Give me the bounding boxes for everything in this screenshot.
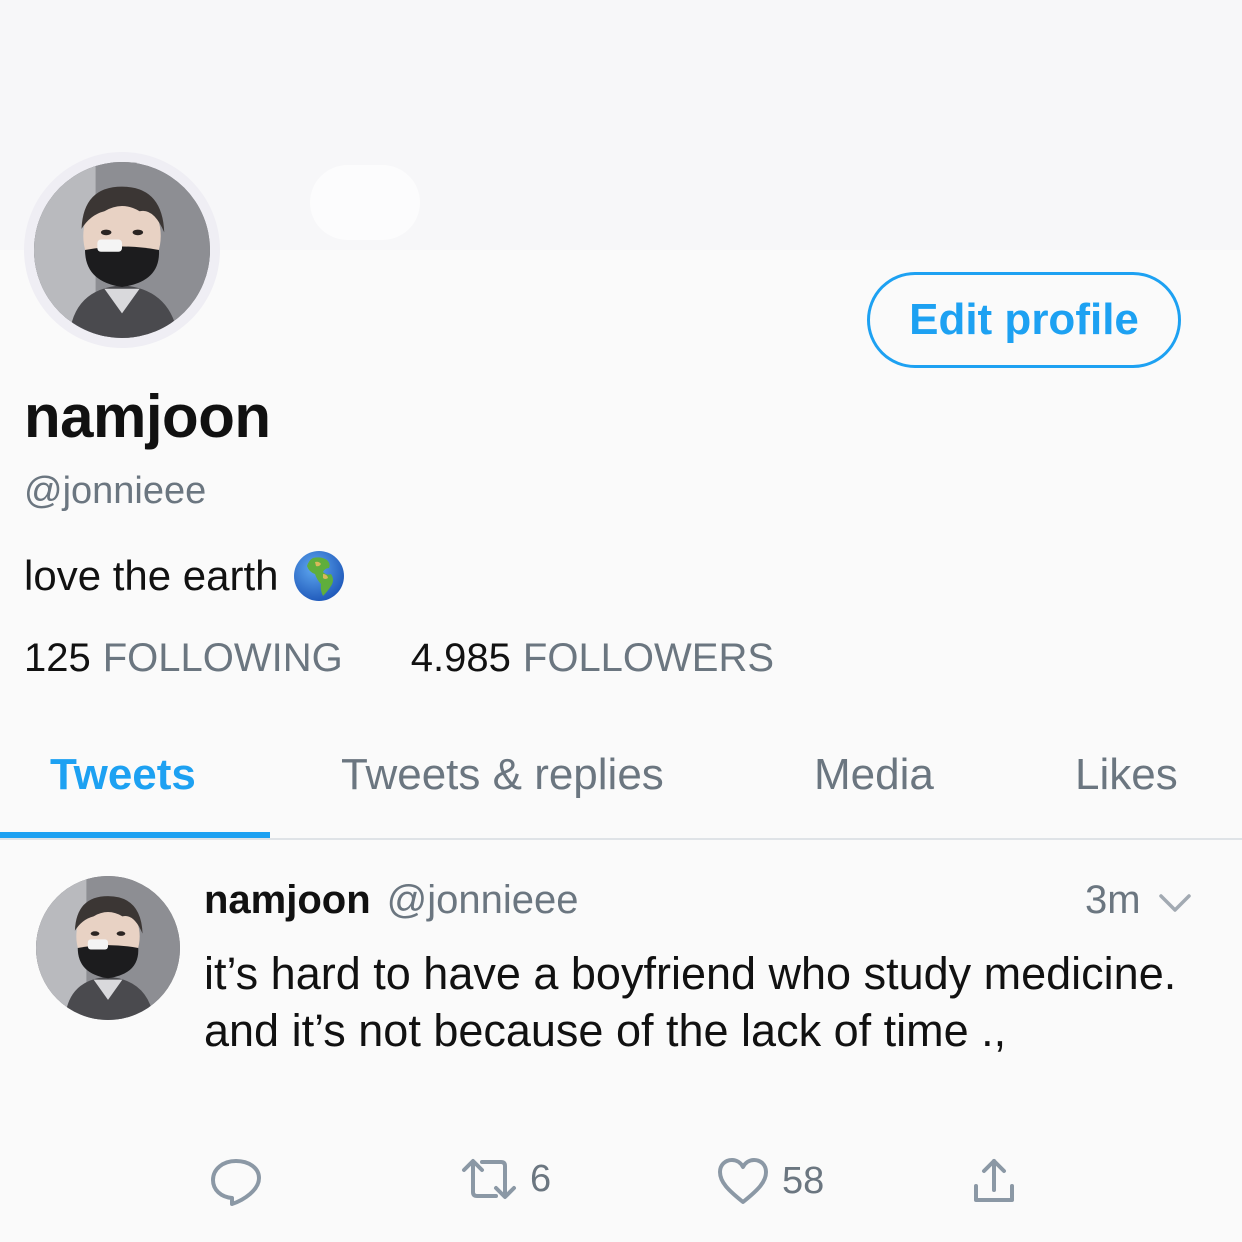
banner-background-shape <box>310 165 420 240</box>
tweet-avatar[interactable] <box>36 876 180 1020</box>
profile-handle: @jonnieee <box>24 470 207 512</box>
profile-bio: love the earth <box>24 550 345 602</box>
followers-count: 4.985 <box>410 636 511 680</box>
following-count: 125 <box>24 636 91 680</box>
edit-profile-button[interactable]: Edit profile <box>867 272 1181 368</box>
tab-tweets[interactable]: Tweets <box>50 750 196 800</box>
like-count: 58 <box>782 1159 825 1202</box>
tab-media[interactable]: Media <box>814 750 934 800</box>
like-button[interactable]: 58 <box>716 1156 824 1206</box>
share-button[interactable] <box>970 1156 1018 1206</box>
retweet-count: 6 <box>530 1157 552 1200</box>
profile-display-name: namjoon <box>24 383 271 450</box>
globe-icon <box>293 550 345 602</box>
heart-icon <box>718 1158 768 1204</box>
profile-avatar[interactable] <box>24 152 220 348</box>
retweet-icon <box>462 1159 516 1199</box>
followers-label: FOLLOWERS <box>522 636 775 680</box>
tabs-divider <box>0 838 1242 840</box>
tweet-text: it’s hard to have a boyfriend who study … <box>204 948 1177 1056</box>
retweet-button[interactable]: 6 <box>460 1156 551 1202</box>
profile-stats: 125 FOLLOWING 4.985 FOLLOWERS <box>24 636 774 681</box>
chevron-down-icon[interactable] <box>1155 890 1195 916</box>
avatar-photo <box>34 162 210 338</box>
tweet-header: namjoon @jonnieee <box>204 878 579 923</box>
following-label: FOLLOWING <box>102 636 343 680</box>
tab-likes[interactable]: Likes <box>1075 750 1178 800</box>
reply-icon <box>211 1159 261 1206</box>
tweet-author-handle[interactable]: @jonnieee <box>387 878 579 923</box>
following-stat[interactable]: 125 FOLLOWING <box>24 636 343 681</box>
tweet-timestamp: 3m <box>1085 878 1141 922</box>
bio-text: love the earth <box>24 552 279 599</box>
tweet-author-name[interactable]: namjoon <box>204 878 371 923</box>
reply-button[interactable] <box>208 1156 264 1208</box>
followers-stat[interactable]: 4.985 FOLLOWERS <box>411 636 774 681</box>
tab-tweets-and-replies[interactable]: Tweets & replies <box>341 750 664 800</box>
profile-tabs: Tweets Tweets & replies Media Likes <box>0 720 1242 840</box>
share-icon <box>974 1159 1014 1202</box>
